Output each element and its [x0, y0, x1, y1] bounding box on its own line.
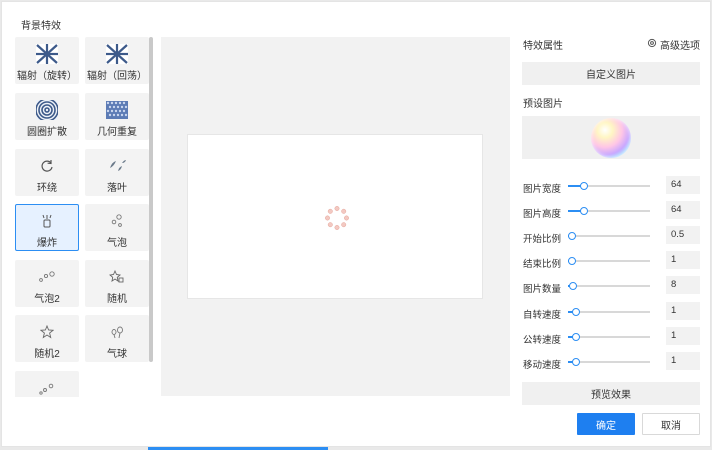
slider-track[interactable] — [568, 358, 650, 366]
effect-card-circle-spread[interactable]: 圆圈扩散 — [15, 93, 79, 140]
effect-card-bubbles-3[interactable] — [15, 371, 79, 397]
slider-track[interactable] — [568, 333, 650, 341]
slider-row-image-height: 图片高度 64 — [522, 201, 700, 221]
slider-track[interactable] — [568, 257, 650, 265]
slider-value-input[interactable]: 1 — [666, 327, 700, 345]
slider-label: 开始比例 — [523, 234, 562, 245]
orbit-arrows-icon — [36, 156, 58, 176]
advanced-options-label: 高级选项 — [660, 41, 700, 52]
effect-card-random[interactable]: 随机 — [85, 260, 149, 307]
effect-label: 爆炸 — [37, 238, 57, 249]
effect-label: 落叶 — [107, 183, 127, 194]
slider-handle[interactable] — [579, 207, 588, 215]
properties-title: 特效属性 — [523, 41, 563, 52]
slider-label: 公转速度 — [523, 335, 562, 346]
effect-label: 气泡 — [107, 238, 127, 249]
random-shapes-icon — [106, 267, 128, 287]
effect-label: 辐射（旋转） — [17, 71, 77, 82]
effect-card-orbit[interactable]: 环绕 — [15, 149, 79, 196]
preview-effect-button[interactable]: 预览效果 — [522, 382, 700, 405]
concentric-circles-icon — [36, 100, 58, 120]
slider-row-rotation-speed: 自转速度 1 — [522, 302, 700, 322]
effect-label: 圆圈扩散 — [27, 127, 67, 138]
slider-row-image-width: 图片宽度 64 — [522, 176, 700, 196]
slider-row-move-speed: 移动速度 1 — [522, 352, 700, 372]
preset-image-selector[interactable] — [522, 116, 700, 159]
dialog-title: 背景特效 — [21, 21, 61, 32]
slider-handle[interactable] — [568, 282, 577, 290]
radial-burst-icon — [106, 44, 128, 64]
slider-value-input[interactable]: 1 — [666, 352, 700, 370]
effect-label: 随机 — [107, 294, 127, 305]
bubbles-icon — [36, 378, 58, 397]
slider-value-input[interactable]: 0.5 — [666, 226, 700, 244]
effect-label: 气球 — [107, 349, 127, 360]
geometric-pattern-icon — [106, 100, 128, 120]
slider-value-input[interactable]: 1 — [666, 251, 700, 269]
ok-button[interactable]: 确定 — [577, 413, 635, 435]
effect-label: 气泡2 — [34, 294, 60, 305]
bubble-image — [591, 117, 631, 158]
preset-image-label: 预设图片 — [523, 99, 563, 110]
slider-row-revolution-speed: 公转速度 1 — [522, 327, 700, 347]
radial-burst-icon — [36, 44, 58, 64]
slider-handle[interactable] — [579, 182, 588, 190]
slider-label: 移动速度 — [523, 360, 562, 371]
slider-value-input[interactable]: 64 — [666, 201, 700, 219]
explosion-icon — [36, 211, 58, 231]
slider-track[interactable] — [568, 308, 650, 316]
slider-track[interactable] — [568, 182, 650, 190]
slider-label: 结束比例 — [523, 259, 562, 270]
slider-row-end-scale: 结束比例 1 — [522, 251, 700, 271]
effect-card-falling-leaves[interactable]: 落叶 — [85, 149, 149, 196]
slider-value-input[interactable]: 1 — [666, 302, 700, 320]
slider-row-start-scale: 开始比例 0.5 — [522, 226, 700, 246]
bubbles-icon — [36, 267, 58, 287]
slider-label: 图片宽度 — [523, 184, 562, 195]
slider-value-input[interactable]: 8 — [666, 276, 700, 294]
effect-card-radial-bounce[interactable]: 辐射（回荡） — [85, 37, 149, 84]
slider-track[interactable] — [568, 232, 650, 240]
slider-handle[interactable] — [568, 257, 577, 265]
slider-track[interactable] — [568, 282, 650, 290]
effect-label: 随机2 — [34, 349, 60, 360]
effect-card-radial-spin[interactable]: 辐射（旋转） — [15, 37, 79, 84]
gear-icon — [647, 38, 657, 51]
slider-label: 自转速度 — [523, 310, 562, 321]
slider-value-input[interactable]: 64 — [666, 176, 700, 194]
slider-label: 图片高度 — [523, 209, 562, 220]
effect-label: 辐射（回荡） — [87, 71, 147, 82]
custom-image-button[interactable]: 自定义图片 — [522, 62, 700, 85]
slider-handle[interactable] — [572, 333, 581, 341]
slider-track[interactable] — [568, 207, 650, 215]
star-icon — [36, 322, 58, 342]
balloons-icon — [106, 322, 128, 342]
effect-preview-area — [161, 37, 510, 396]
effect-label: 环绕 — [37, 183, 57, 194]
loading-spinner-icon — [324, 205, 350, 231]
slider-row-image-count: 图片数量 8 — [522, 276, 700, 296]
effect-card-bubbles-2[interactable]: 气泡2 — [15, 260, 79, 307]
effect-list: 辐射（旋转） 辐射（回荡） 圆圈扩散 几何重复 环绕 落叶 爆炸 气泡 气泡2 … — [15, 37, 155, 397]
effect-card-geometric-repeat[interactable]: 几何重复 — [85, 93, 149, 140]
effect-list-scrollbar[interactable] — [149, 37, 153, 362]
falling-leaves-icon — [106, 156, 128, 176]
preview-canvas — [187, 134, 483, 299]
effect-card-bubbles[interactable]: 气泡 — [85, 204, 149, 251]
bubbles-icon — [106, 211, 128, 231]
slider-handle[interactable] — [572, 308, 581, 316]
cancel-button[interactable]: 取消 — [642, 413, 700, 435]
slider-handle[interactable] — [572, 358, 581, 366]
effect-card-balloons[interactable]: 气球 — [85, 315, 149, 362]
advanced-options-link[interactable]: 高级选项 — [647, 37, 700, 52]
slider-label: 图片数量 — [523, 284, 562, 295]
effect-card-random-2[interactable]: 随机2 — [15, 315, 79, 362]
properties-header: 特效属性 高级选项 — [522, 37, 700, 52]
effect-card-explosion[interactable]: 爆炸 — [15, 204, 79, 251]
effect-label: 几何重复 — [97, 127, 137, 138]
slider-handle[interactable] — [568, 232, 577, 240]
